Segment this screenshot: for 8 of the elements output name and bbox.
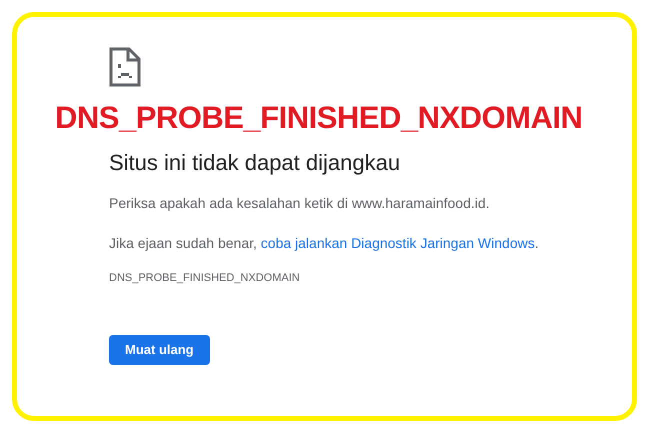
error-message: Periksa apakah ada kesalahan ketik di www.haramainfood.id. — [109, 194, 490, 213]
sad-page-icon — [109, 47, 141, 87]
diagnostics-link[interactable]: coba jalankan Diagnostik Jaringan Windows — [260, 235, 535, 251]
error-code: DNS_PROBE_FINISHED_NXDOMAIN — [109, 271, 300, 285]
error-heading: Situs ini tidak dapat dijangkau — [109, 149, 402, 177]
reload-button[interactable]: Muat ulang — [109, 335, 210, 365]
suggestion-text: Jika ejaan sudah benar, coba jalankan Diagnostik Jaringan Windows. — [109, 234, 539, 253]
overlay-caption: DNS_PROBE_FINISHED_NXDOMAIN — [55, 100, 582, 136]
